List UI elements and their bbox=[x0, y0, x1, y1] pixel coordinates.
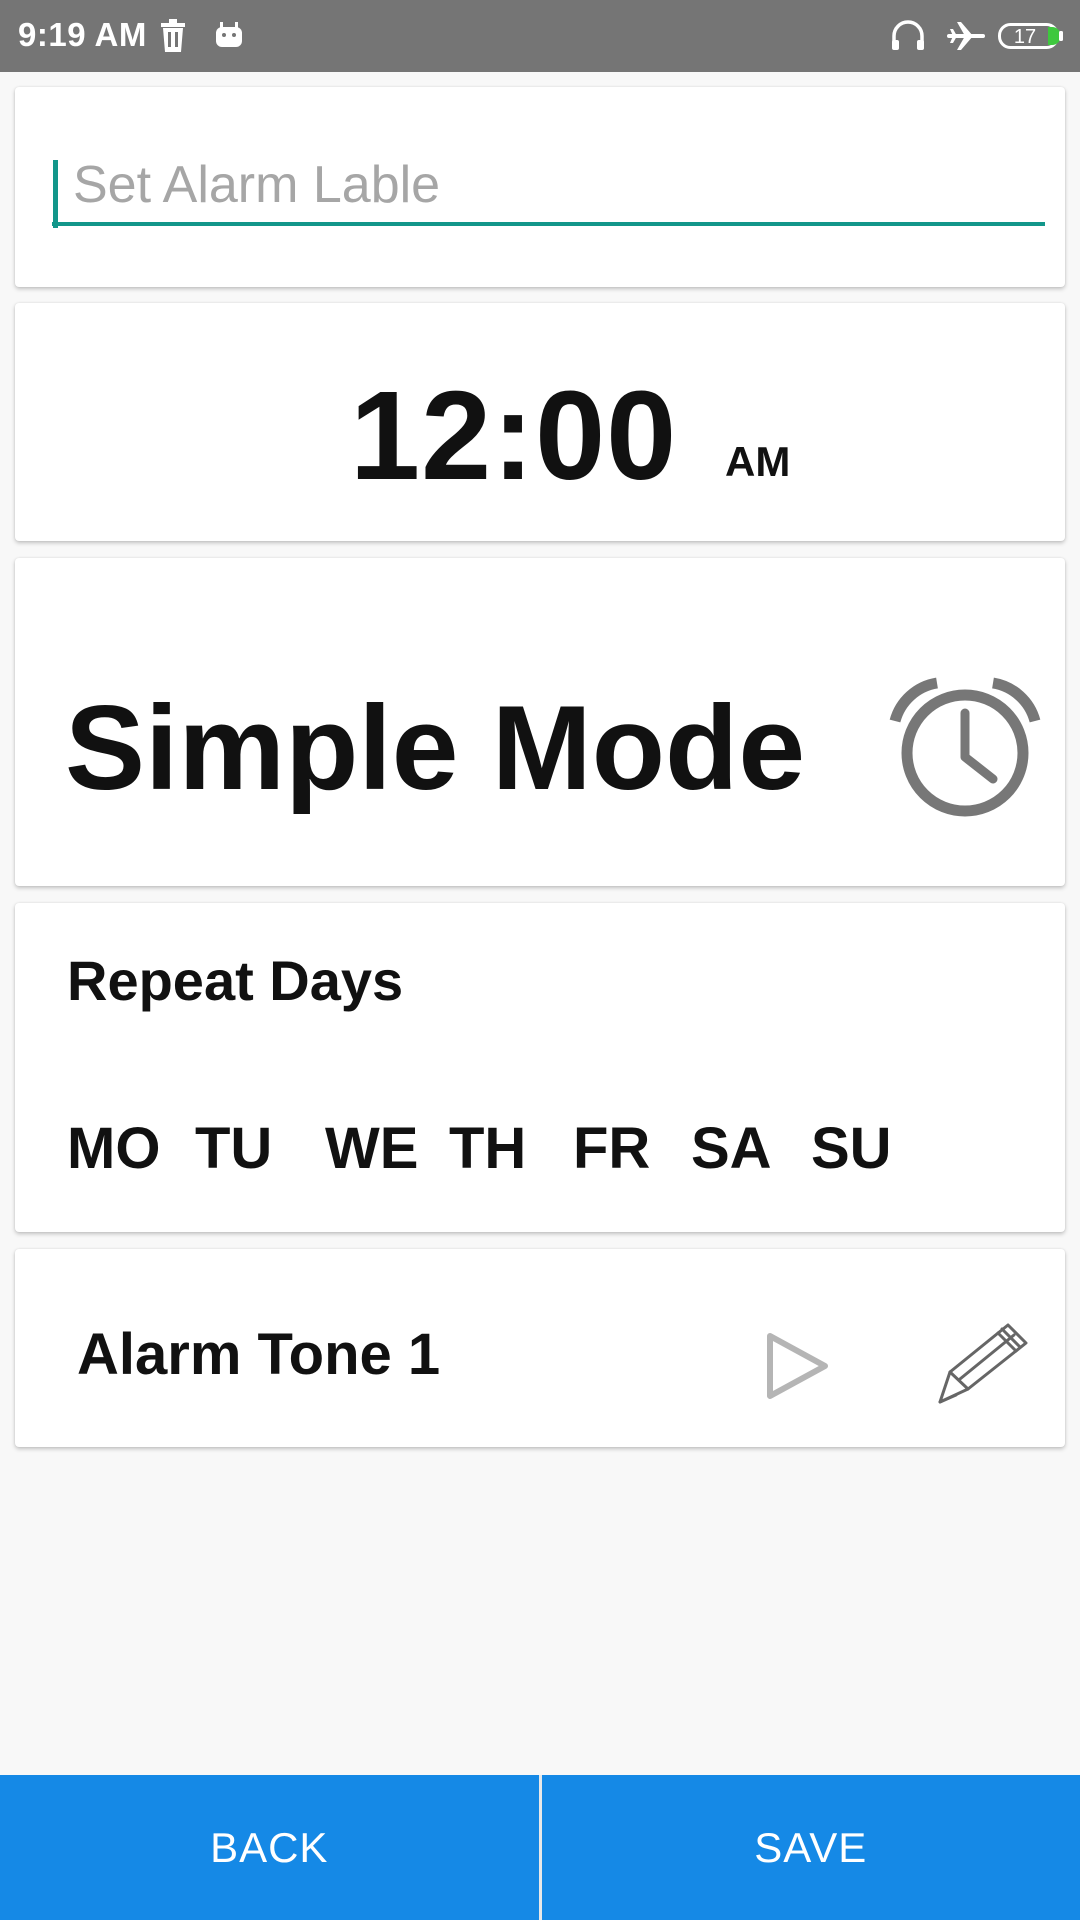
repeat-days-card: Repeat Days MO TU WE TH FR SA SU bbox=[15, 903, 1065, 1232]
day-toggle-th[interactable]: TH bbox=[449, 1115, 526, 1182]
day-toggle-we[interactable]: WE bbox=[325, 1115, 418, 1182]
alarm-period[interactable]: AM bbox=[725, 438, 790, 486]
input-underline bbox=[52, 222, 1045, 226]
alarm-label-card bbox=[15, 87, 1065, 287]
play-icon[interactable] bbox=[750, 1321, 840, 1411]
alarm-time[interactable]: 12:00 bbox=[350, 373, 677, 499]
airplane-icon bbox=[947, 0, 985, 72]
mode-card[interactable]: Simple Mode bbox=[15, 558, 1065, 886]
headset-icon bbox=[890, 0, 926, 72]
alarm-label-input[interactable] bbox=[55, 155, 1045, 215]
pencil-icon[interactable] bbox=[930, 1317, 1035, 1412]
android-icon bbox=[214, 0, 244, 72]
battery-icon: 17 bbox=[998, 0, 1064, 72]
alarm-tone-card: Alarm Tone 1 bbox=[15, 1249, 1065, 1447]
day-toggle-tu[interactable]: TU bbox=[195, 1115, 272, 1182]
status-bar: 9:19 AM 17 bbox=[0, 0, 1080, 72]
day-toggle-fr[interactable]: FR bbox=[573, 1115, 650, 1182]
day-toggle-sa[interactable]: SA bbox=[691, 1115, 772, 1182]
save-button[interactable]: SAVE bbox=[542, 1775, 1080, 1920]
back-button[interactable]: BACK bbox=[0, 1775, 539, 1920]
mode-title: Simple Mode bbox=[65, 681, 806, 815]
alarm-tone-name[interactable]: Alarm Tone 1 bbox=[77, 1321, 440, 1388]
battery-level: 17 bbox=[1014, 26, 1036, 48]
text-cursor bbox=[53, 160, 58, 228]
status-time: 9:19 AM bbox=[18, 16, 147, 53]
repeat-days-title: Repeat Days bbox=[67, 949, 404, 1012]
bottom-action-bar: BACK SAVE bbox=[0, 1775, 1080, 1920]
alarm-clock-icon[interactable] bbox=[885, 673, 1045, 823]
trash-icon bbox=[158, 0, 188, 72]
time-card[interactable]: 12:00 AM bbox=[15, 303, 1065, 541]
day-toggle-su[interactable]: SU bbox=[811, 1115, 892, 1182]
day-toggle-mo[interactable]: MO bbox=[67, 1115, 160, 1182]
